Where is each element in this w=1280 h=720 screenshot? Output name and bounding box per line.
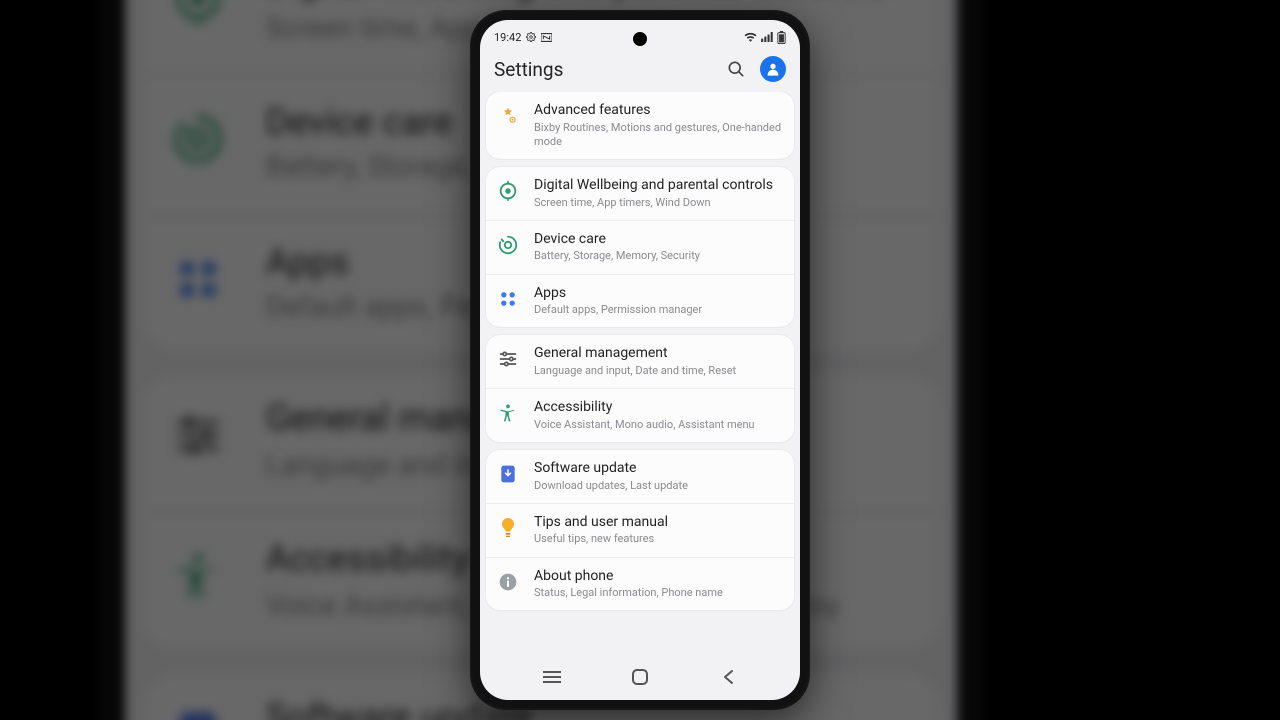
row-title: About phone xyxy=(534,568,782,586)
row-subtitle: Voice Assistant, Mono audio, Assistant m… xyxy=(534,418,782,432)
row-subtitle: Battery, Storage, Memory, Security xyxy=(534,249,782,263)
row-subtitle: Useful tips, new features xyxy=(534,532,782,546)
general-icon xyxy=(496,347,520,371)
camera-hole xyxy=(633,32,647,46)
app-header: Settings xyxy=(480,50,800,92)
row-text: General managementLanguage and input, Da… xyxy=(534,345,782,378)
nfc-icon xyxy=(541,33,552,42)
row-title: General management xyxy=(534,345,782,363)
row-title: Digital Wellbeing and parental controls xyxy=(534,177,782,195)
settings-row-about[interactable]: About phoneStatus, Legal information, Ph… xyxy=(486,557,794,611)
nav-bar xyxy=(480,658,800,700)
nav-home[interactable] xyxy=(620,665,660,689)
wellbeing-icon xyxy=(496,179,520,203)
settings-row-apps[interactable]: AppsDefault apps, Permission manager xyxy=(486,274,794,328)
row-title: Device care xyxy=(534,231,782,249)
advanced-icon xyxy=(496,104,520,128)
status-time: 19:42 xyxy=(494,31,521,44)
row-title: Accessibility xyxy=(534,399,782,417)
settings-group: Digital Wellbeing and parental controlsS… xyxy=(486,167,794,327)
row-subtitle: Default apps, Permission manager xyxy=(534,303,782,317)
nav-recents[interactable] xyxy=(532,665,572,689)
row-title: Advanced features xyxy=(534,102,782,120)
settings-row-devicecare[interactable]: Device careBattery, Storage, Memory, Sec… xyxy=(486,220,794,274)
row-title: Tips and user manual xyxy=(534,514,782,532)
settings-row-advanced[interactable]: Advanced featuresBixby Routines, Motions… xyxy=(486,92,794,159)
signal-icon xyxy=(761,32,773,42)
row-text: Tips and user manualUseful tips, new fea… xyxy=(534,514,782,547)
row-subtitle: Bixby Routines, Motions and gestures, On… xyxy=(534,121,782,150)
about-icon xyxy=(496,570,520,594)
row-subtitle: Screen time, App timers, Wind Down xyxy=(534,196,782,210)
row-text: Device careBattery, Storage, Memory, Sec… xyxy=(534,231,782,264)
settings-group: General managementLanguage and input, Da… xyxy=(486,335,794,442)
settings-row-wellbeing[interactable]: Digital Wellbeing and parental controlsS… xyxy=(486,167,794,220)
row-subtitle: Download updates, Last update xyxy=(534,479,782,493)
battery-icon xyxy=(777,31,786,44)
settings-group: Advanced featuresBixby Routines, Motions… xyxy=(486,92,794,159)
row-subtitle: Status, Legal information, Phone name xyxy=(534,586,782,600)
settings-list[interactable]: Advanced featuresBixby Routines, Motions… xyxy=(480,92,800,658)
wifi-icon xyxy=(744,32,757,42)
search-icon[interactable] xyxy=(726,59,746,79)
nav-back[interactable] xyxy=(708,665,748,689)
gear-icon xyxy=(526,32,536,42)
row-text: Advanced featuresBixby Routines, Motions… xyxy=(534,102,782,149)
phone-frame: 19:42 Settings xyxy=(470,10,810,710)
update-icon xyxy=(496,462,520,486)
row-title: Apps xyxy=(534,285,782,303)
devicecare-icon xyxy=(496,233,520,257)
row-text: AppsDefault apps, Permission manager xyxy=(534,285,782,318)
row-title: Software update xyxy=(534,460,782,478)
settings-row-accessibility[interactable]: AccessibilityVoice Assistant, Mono audio… xyxy=(486,388,794,442)
row-text: About phoneStatus, Legal information, Ph… xyxy=(534,568,782,601)
account-avatar[interactable] xyxy=(760,56,786,82)
row-text: Software updateDownload updates, Last up… xyxy=(534,460,782,493)
settings-row-update[interactable]: Software updateDownload updates, Last up… xyxy=(486,450,794,503)
row-subtitle: Language and input, Date and time, Reset xyxy=(534,364,782,378)
settings-row-general[interactable]: General managementLanguage and input, Da… xyxy=(486,335,794,388)
tips-icon xyxy=(496,516,520,540)
row-text: AccessibilityVoice Assistant, Mono audio… xyxy=(534,399,782,432)
settings-row-tips[interactable]: Tips and user manualUseful tips, new fea… xyxy=(486,503,794,557)
accessibility-icon xyxy=(496,401,520,425)
row-text: Digital Wellbeing and parental controlsS… xyxy=(534,177,782,210)
page-title: Settings xyxy=(494,58,563,81)
settings-group: Software updateDownload updates, Last up… xyxy=(486,450,794,610)
apps-icon xyxy=(496,287,520,311)
